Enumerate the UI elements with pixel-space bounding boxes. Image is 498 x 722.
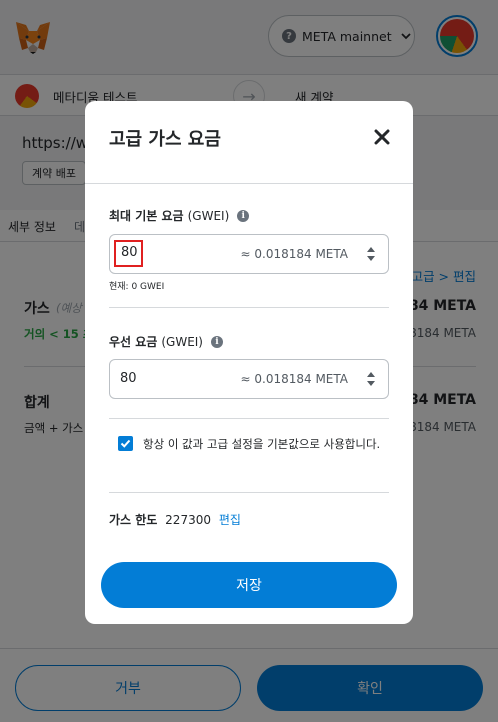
gas-limit-row: 가스 한도 227300 편집 <box>109 511 241 528</box>
max-base-fee-unit: (GWEI) <box>187 208 230 223</box>
priority-fee-input[interactable]: 80 ≈ 0.018184 META <box>109 359 389 399</box>
max-base-fee-label-text: 최대 기본 요금 <box>109 209 184 223</box>
gas-limit-value: 227300 <box>165 513 211 527</box>
max-base-fee-conversion: ≈ 0.018184 META <box>240 247 348 261</box>
checkmark-icon <box>120 439 131 448</box>
divider <box>109 418 389 419</box>
gas-limit-label: 가스 한도 <box>109 513 158 527</box>
max-base-fee-input[interactable]: 80 ≈ 0.018184 META <box>109 234 389 274</box>
default-settings-checkbox[interactable] <box>118 436 133 451</box>
priority-fee-unit: (GWEI) <box>161 334 203 349</box>
modal-title: 고급 가스 요금 <box>109 129 221 150</box>
gas-limit-edit-link[interactable]: 편집 <box>219 513 241 527</box>
advanced-gas-fee-modal: 고급 가스 요금 최대 기본 요금 (GWEI) i 80 ≈ 0.018184… <box>85 101 413 624</box>
divider <box>109 492 389 493</box>
priority-fee-value[interactable]: 80 <box>120 371 137 386</box>
default-settings-text[interactable]: 항상 이 값과 고급 설정을 기본값으로 사용합니다. <box>143 435 393 453</box>
divider <box>85 183 413 184</box>
priority-fee-conversion: ≈ 0.018184 META <box>240 372 348 386</box>
number-stepper-icon[interactable] <box>366 371 376 387</box>
info-icon[interactable]: i <box>237 209 250 222</box>
divider <box>109 307 389 308</box>
close-icon[interactable] <box>373 128 391 146</box>
max-base-fee-label: 최대 기본 요금 (GWEI) i <box>109 207 250 224</box>
info-icon[interactable]: i <box>211 335 223 348</box>
save-button[interactable]: 저장 <box>101 562 397 608</box>
current-base-fee: 현재: 0 GWEI <box>109 282 165 292</box>
priority-fee-label: 우선 요금 (GWEI) i <box>109 333 223 350</box>
priority-fee-label-text: 우선 요금 <box>109 335 158 349</box>
max-base-fee-value[interactable]: 80 <box>114 240 143 267</box>
number-stepper-icon[interactable] <box>366 246 376 262</box>
